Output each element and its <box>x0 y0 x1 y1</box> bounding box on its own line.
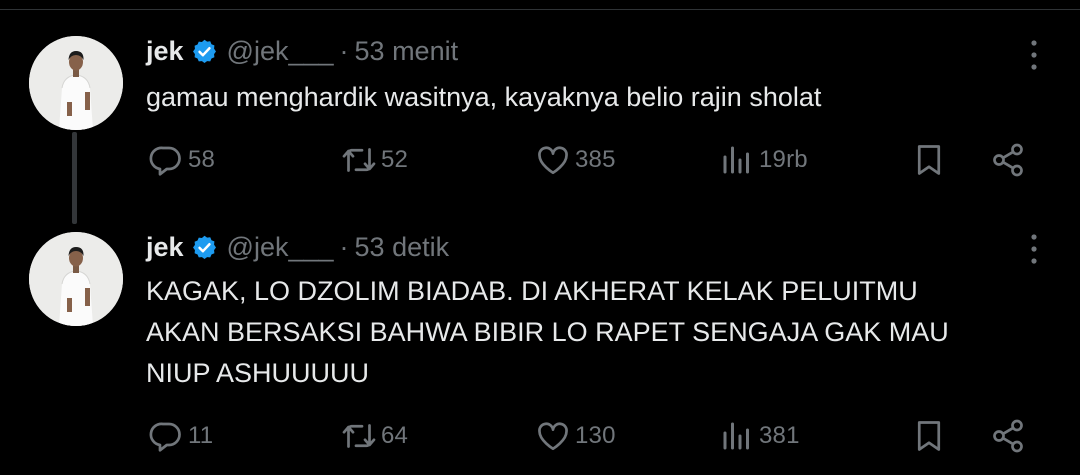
retweet-icon <box>342 424 376 448</box>
bookmark-icon <box>917 421 941 451</box>
retweet-icon <box>342 148 376 172</box>
bookmark-icon <box>917 145 941 175</box>
view-count: 19rb <box>759 146 808 173</box>
tweet-text: gamau menghardik wasitnya, kayaknya beli… <box>146 82 822 112</box>
timestamp[interactable]: 53 detik <box>355 232 450 263</box>
more-icon[interactable] <box>1022 232 1046 266</box>
reply-button[interactable]: 58 <box>148 140 215 180</box>
timestamp[interactable]: 53 menit <box>355 36 459 67</box>
retweet-count: 52 <box>381 146 409 173</box>
more-icon[interactable] <box>1022 38 1046 72</box>
tweet-text: KAGAK, LO DZOLIM BIADAB. DI AKHERAT KELA… <box>146 276 949 388</box>
like-icon <box>538 146 568 175</box>
reply-icon <box>149 422 181 452</box>
tweet-header: jek @jek___ · 53 menit <box>146 34 458 68</box>
share-icon <box>993 143 1023 177</box>
avatar[interactable] <box>29 232 123 326</box>
views-icon <box>723 146 749 174</box>
user-handle[interactable]: @jek___ <box>227 36 334 67</box>
share-button[interactable] <box>990 140 1030 180</box>
views-icon <box>723 422 749 450</box>
reply-count: 11 <box>188 422 214 449</box>
like-button[interactable]: 130 <box>535 416 616 456</box>
display-name[interactable]: jek <box>146 232 184 263</box>
reply-count: 58 <box>188 146 216 173</box>
reply-button[interactable]: 11 <box>148 416 213 456</box>
verified-badge-icon <box>192 39 216 63</box>
verified-badge-icon <box>192 235 216 259</box>
separator-dot: · <box>339 35 349 66</box>
user-handle[interactable]: @jek___ <box>227 232 334 263</box>
retweet-button[interactable]: 52 <box>341 140 408 180</box>
bookmark-button[interactable] <box>911 140 951 180</box>
separator-dot: · <box>339 231 349 262</box>
like-button[interactable]: 385 <box>535 140 616 180</box>
tweet[interactable]: jek @jek___ · 53 menit gamau menghardik … <box>0 0 1080 210</box>
avatar[interactable] <box>29 36 123 130</box>
retweet-button[interactable]: 64 <box>341 416 408 456</box>
retweet-count: 64 <box>381 422 409 449</box>
share-icon <box>993 419 1023 453</box>
like-count: 130 <box>575 422 616 449</box>
like-count: 385 <box>575 146 616 173</box>
share-button[interactable] <box>990 416 1030 456</box>
action-bar: 11 64 130 381 <box>0 416 1080 456</box>
tweet[interactable]: jek @jek___ · 53 detik KAGAK, LO DZOLIM … <box>0 210 1080 475</box>
view-count: 381 <box>759 422 800 449</box>
bookmark-button[interactable] <box>911 416 951 456</box>
tweet-header: jek @jek___ · 53 detik <box>146 230 449 264</box>
reply-icon <box>149 146 181 176</box>
action-bar: 58 52 385 19rb <box>0 140 1080 180</box>
display-name[interactable]: jek <box>146 36 184 67</box>
views-button[interactable]: 19rb <box>719 140 808 180</box>
views-button[interactable]: 381 <box>719 416 800 456</box>
like-icon <box>538 422 568 451</box>
